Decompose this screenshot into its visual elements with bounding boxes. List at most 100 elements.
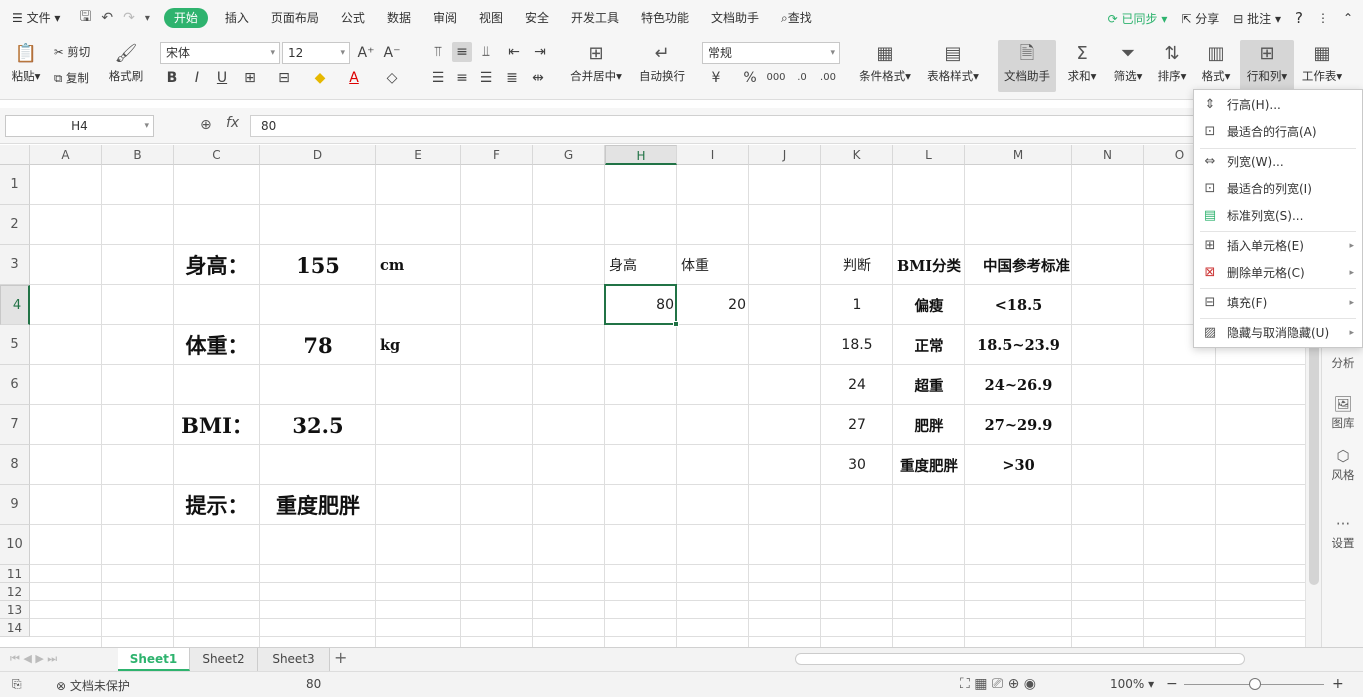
cell-d3[interactable]: 155 — [260, 245, 376, 285]
tab-page-layout[interactable]: 页面布局 — [260, 0, 330, 36]
column-header[interactable]: K — [821, 145, 893, 165]
italic-icon[interactable]: I — [187, 68, 207, 88]
bold-icon[interactable]: B — [162, 68, 182, 88]
table-style-button[interactable]: ▤ 表格样式▾ — [922, 42, 984, 84]
row-header[interactable]: 1 — [0, 165, 30, 205]
sidebar-settings[interactable]: ··· 设置 — [1322, 515, 1363, 551]
eraser-icon[interactable]: ◇ — [382, 68, 402, 88]
font-name-select[interactable]: 宋体 ▾ — [160, 42, 280, 64]
zoom-formula-icon[interactable]: ⊕ — [200, 117, 212, 133]
increase-decimal-icon[interactable]: .0 — [792, 68, 812, 88]
sync-button[interactable]: ⟳ 已同步 ▾ — [1108, 10, 1168, 27]
align-right-icon[interactable]: ☰ — [476, 68, 496, 88]
row-header[interactable]: 12 — [0, 583, 30, 601]
share-button[interactable]: ⇱ 分享 — [1181, 10, 1219, 27]
tab-security[interactable]: 安全 — [514, 0, 560, 36]
row-header[interactable]: 8 — [0, 445, 30, 485]
column-header[interactable]: E — [376, 145, 461, 165]
percent-icon[interactable]: % — [740, 68, 760, 88]
cell-i3[interactable]: 体重 — [677, 245, 749, 285]
decrease-font-icon[interactable]: A⁻ — [382, 43, 402, 63]
sidebar-style[interactable]: ⬡ 风格 — [1322, 447, 1363, 483]
cell-l4[interactable]: 偏瘦 — [893, 285, 965, 325]
column-header[interactable]: M — [965, 145, 1072, 165]
customize-icon[interactable]: ▾ — [145, 13, 150, 24]
row-header[interactable]: 3 — [0, 245, 30, 285]
menu-standard-width[interactable]: ▤ 标准列宽(S)... — [1194, 203, 1362, 229]
fill-handle[interactable] — [673, 321, 679, 327]
fx-icon[interactable]: fx — [226, 115, 239, 131]
zoom-out-icon[interactable]: − — [1166, 676, 1178, 692]
cell-m6[interactable]: 24~26.9 — [965, 365, 1072, 405]
align-bottom-icon[interactable]: ⫫ — [476, 42, 496, 62]
menu-fill[interactable]: ⊟ 填充(F) ▸ — [1194, 290, 1362, 316]
sheet-nav-icon[interactable]: ⏮ ◀ ▶ ⏭ — [10, 652, 57, 666]
cell-l3[interactable]: BMI分类 — [893, 245, 965, 285]
increase-font-icon[interactable]: A⁺ — [356, 43, 376, 63]
horizontal-scrollbar[interactable] — [795, 653, 1245, 665]
cut-button[interactable]: ✂ 剪切 — [54, 44, 90, 60]
tab-data[interactable]: 数据 — [376, 0, 422, 36]
cell-k3[interactable]: 判断 — [821, 245, 893, 285]
border-icon[interactable]: ⊞ — [240, 68, 260, 88]
cell-m4[interactable]: <18.5 — [965, 285, 1072, 325]
decrease-decimal-icon[interactable]: .00 — [818, 68, 838, 88]
row-header[interactable]: 14 — [0, 619, 30, 637]
select-all-corner[interactable] — [0, 145, 30, 165]
zoom-slider-thumb[interactable] — [1249, 678, 1261, 690]
zoom-level[interactable]: 100% ▾ — [1110, 677, 1154, 691]
menu-row-height[interactable]: ⇕ 行高(H)... — [1194, 92, 1362, 118]
row-header[interactable]: 2 — [0, 205, 30, 245]
column-header[interactable]: N — [1072, 145, 1144, 165]
font-color-icon[interactable]: A — [344, 68, 364, 88]
sidebar-gallery[interactable]: 🖼 图库 — [1322, 395, 1363, 431]
cell-k4[interactable]: 1 — [821, 285, 893, 325]
undo-icon[interactable]: ↶ — [101, 10, 113, 26]
cell-k8[interactable]: 30 — [821, 445, 893, 485]
column-header[interactable]: G — [533, 145, 605, 165]
search-button[interactable]: ⌕查找 — [770, 0, 823, 36]
menu-autofit-row[interactable]: ⊡ 最适合的行高(A) — [1194, 119, 1362, 145]
thousands-icon[interactable]: 000 — [766, 68, 786, 88]
spreadsheet-grid[interactable]: A B C D E F G H I J K L M N O 1 2 3 4 5 6 7 8 9 10 11 12 13 14 身高： 155… — [0, 145, 1305, 647]
cell-m3[interactable]: 中国参考标准 — [963, 245, 1090, 285]
column-header[interactable]: F — [461, 145, 533, 165]
cell-c5[interactable]: 体重： — [174, 325, 260, 365]
protect-status[interactable]: ⊗ 文档未保护 — [56, 677, 130, 694]
filter-button[interactable]: ⏷ 筛选▾ — [1108, 42, 1148, 84]
menu-hide-unhide[interactable]: ▨ 隐藏与取消隐藏(U) ▸ — [1194, 320, 1362, 346]
cell-m5[interactable]: 18.5~23.9 — [965, 325, 1072, 365]
row-header[interactable]: 4 — [0, 285, 30, 325]
column-header[interactable]: L — [893, 145, 965, 165]
cell-d7[interactable]: 32.5 — [260, 405, 376, 445]
column-header[interactable]: J — [749, 145, 821, 165]
menu-col-width[interactable]: ⇔ 列宽(W)... — [1194, 149, 1362, 175]
format-painter-button[interactable]: 🖌 格式刷 — [106, 42, 146, 84]
row-header[interactable]: 11 — [0, 565, 30, 583]
number-format-select[interactable]: 常规 ▾ — [702, 42, 840, 64]
column-header[interactable]: I — [677, 145, 749, 165]
copy-button[interactable]: ⧉ 复制 — [54, 70, 89, 86]
align-center-icon[interactable]: ≡ — [452, 68, 472, 88]
cell-m8[interactable]: >30 — [965, 445, 1072, 485]
tab-insert[interactable]: 插入 — [214, 0, 260, 36]
merge-center-button[interactable]: ⊞ 合并居中▾ — [566, 42, 626, 84]
wrap-text-button[interactable]: ↵ 自动换行 — [634, 42, 690, 84]
justify-icon[interactable]: ≣ — [502, 68, 522, 88]
row-header[interactable]: 7 — [0, 405, 30, 445]
align-middle-icon[interactable]: ≡ — [452, 42, 472, 62]
row-header[interactable]: 9 — [0, 485, 30, 525]
sum-button[interactable]: Σ 求和▾ — [1064, 42, 1100, 84]
formula-input[interactable]: 80 — [250, 115, 1200, 137]
tab-features[interactable]: 特色功能 — [630, 0, 700, 36]
redo-icon[interactable]: ↷ — [123, 10, 135, 26]
cell-h3[interactable]: 身高 — [605, 245, 677, 285]
collapse-icon[interactable]: ⌃ — [1343, 11, 1353, 25]
align-left-icon[interactable]: ☰ — [428, 68, 448, 88]
sort-button[interactable]: ⇅ 排序▾ — [1152, 42, 1192, 84]
indent-increase-icon[interactable]: ⇥ — [530, 42, 550, 62]
save-icon[interactable]: 🖫 — [79, 6, 91, 30]
tab-formulas[interactable]: 公式 — [330, 0, 376, 36]
zoom-in-icon[interactable]: + — [1332, 676, 1344, 692]
macro-icon[interactable]: ⎘ — [12, 677, 22, 692]
